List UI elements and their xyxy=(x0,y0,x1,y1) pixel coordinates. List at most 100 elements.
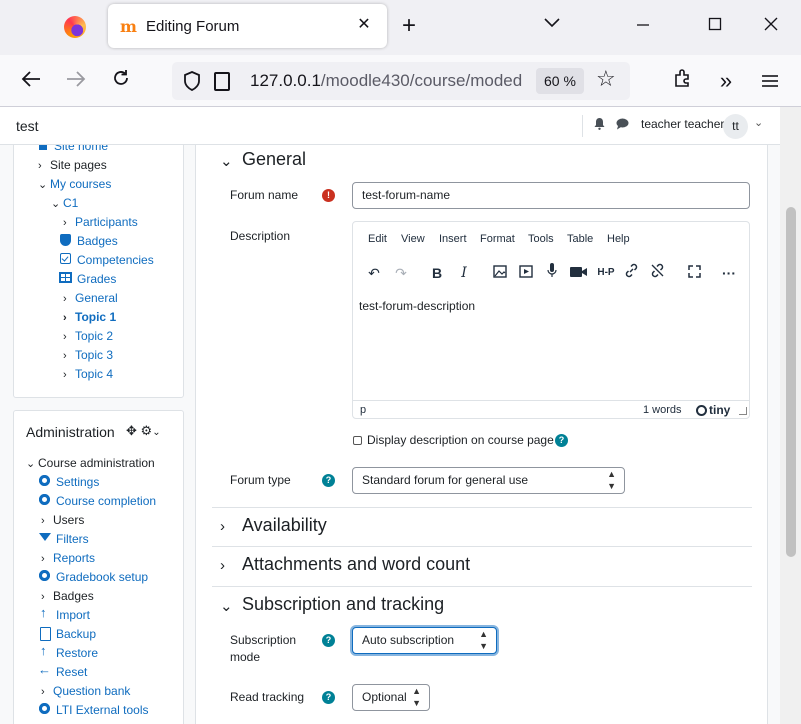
gear-icon[interactable]: ⚙ xyxy=(141,423,153,438)
admin-lti-external-tools[interactable]: LTI External tools xyxy=(38,702,148,718)
page-scrollbar[interactable] xyxy=(780,107,801,724)
help-icon[interactable]: ? xyxy=(322,691,335,704)
menu-help[interactable]: Help xyxy=(607,233,630,245)
overflow-chevrons-icon[interactable]: » xyxy=(710,65,742,97)
nav-site-home[interactable]: Site home xyxy=(36,145,108,154)
admin-course-completion[interactable]: Course completion xyxy=(38,493,156,509)
admin-gradebook-setup[interactable]: Gradebook setup xyxy=(38,569,148,585)
nav-course-c1[interactable]: ⌄ C1 xyxy=(51,195,78,211)
tiny-logo[interactable]: tiny xyxy=(696,403,730,417)
help-icon[interactable]: ? xyxy=(322,474,335,487)
nav-topic-2[interactable]: › Topic 2 xyxy=(63,328,113,344)
admin-reports[interactable]: › Reports xyxy=(41,550,95,566)
section-general-header[interactable]: ⌄ General xyxy=(212,142,752,182)
admin-backup[interactable]: Backup xyxy=(38,626,96,642)
bold-icon[interactable]: B xyxy=(427,263,447,283)
menu-edit[interactable]: Edit xyxy=(368,233,387,245)
admin-users[interactable]: › Users xyxy=(41,512,84,528)
messages-chat-icon[interactable] xyxy=(616,118,629,130)
h5p-icon[interactable]: H-P xyxy=(594,263,618,283)
close-tab-icon[interactable]: ✕ xyxy=(353,14,375,36)
nav-competencies[interactable]: Competencies xyxy=(59,252,154,268)
menu-view[interactable]: View xyxy=(401,233,425,245)
unlink-icon[interactable] xyxy=(647,263,667,283)
description-editor[interactable]: Edit View Insert Format Tools Table Help… xyxy=(352,221,750,419)
more-options-icon[interactable]: ··· xyxy=(719,263,739,283)
resize-handle-icon[interactable] xyxy=(739,407,747,415)
help-icon[interactable]: ? xyxy=(322,634,335,647)
nav-my-courses[interactable]: ⌄ My courses xyxy=(38,176,111,192)
move-icon[interactable]: ✥ xyxy=(126,423,137,438)
admin-restore[interactable]: Restore xyxy=(38,643,98,661)
reload-icon[interactable] xyxy=(105,65,137,97)
word-count[interactable]: 1 words xyxy=(643,404,682,416)
undo-icon[interactable]: ↶ xyxy=(364,263,384,283)
minimize-icon[interactable] xyxy=(628,10,658,40)
close-window-icon[interactable] xyxy=(756,10,786,40)
media-icon[interactable] xyxy=(516,263,536,283)
menu-tools[interactable]: Tools xyxy=(528,233,554,245)
video-camera-icon[interactable] xyxy=(568,263,588,283)
forward-icon[interactable] xyxy=(60,65,92,97)
admin-question-bank[interactable]: › Question bank xyxy=(41,683,130,699)
admin-import[interactable]: Import xyxy=(38,605,90,623)
nav-topic-1[interactable]: › Topic 1 xyxy=(63,309,116,325)
maximize-icon[interactable] xyxy=(700,10,730,40)
site-title[interactable]: test xyxy=(16,118,39,134)
forum-type-select[interactable]: Standard forum for general use ▲ ▼ xyxy=(352,467,625,494)
display-description-label[interactable]: Display description on course page xyxy=(367,432,554,449)
user-name[interactable]: teacher teacher xyxy=(641,117,724,131)
forum-name-label: Forum name xyxy=(230,188,299,202)
nav-topic-3[interactable]: › Topic 3 xyxy=(63,347,113,363)
admin-badges[interactable]: › Badges xyxy=(41,588,94,604)
forum-name-input[interactable]: test-forum-name xyxy=(352,182,750,209)
back-icon[interactable] xyxy=(15,65,47,97)
zoom-level-button[interactable]: 60 % xyxy=(536,68,584,94)
nav-grades[interactable]: Grades xyxy=(59,271,116,287)
element-path[interactable]: p xyxy=(360,404,366,416)
scrollbar-thumb[interactable] xyxy=(786,207,796,557)
nav-badges[interactable]: Badges xyxy=(59,233,118,249)
read-tracking-select[interactable]: Optional ▲ ▼ xyxy=(352,684,430,711)
tracking-shield-icon[interactable] xyxy=(182,70,202,92)
chevron-down-icon[interactable]: ⌄ xyxy=(754,116,763,129)
new-tab-icon[interactable]: + xyxy=(402,12,416,40)
microphone-icon[interactable] xyxy=(542,263,562,283)
bookmark-star-icon[interactable]: ☆ xyxy=(596,66,616,92)
subscription-mode-select[interactable]: Auto subscription ▲ ▼ xyxy=(352,627,497,654)
page-info-icon[interactable] xyxy=(214,72,230,91)
menu-insert[interactable]: Insert xyxy=(439,233,467,245)
admin-filters[interactable]: Filters xyxy=(38,531,89,547)
chevron-down-icon[interactable]: ⌄ xyxy=(152,427,160,438)
admin-reset[interactable]: Reset xyxy=(38,662,87,680)
italic-icon[interactable]: I xyxy=(454,263,474,283)
list-tabs-chevron-icon[interactable] xyxy=(544,12,560,33)
menu-table[interactable]: Table xyxy=(567,233,593,245)
section-subscription-header[interactable]: ⌄ Subscription and tracking xyxy=(212,587,752,627)
nav-site-pages[interactable]: › Site pages xyxy=(38,157,107,173)
hamburger-menu-icon[interactable] xyxy=(754,65,786,97)
section-attachments-header[interactable]: › Attachments and word count xyxy=(212,547,752,587)
user-menu: teacher teacher tt ⌄ xyxy=(582,114,763,139)
editor-content-area[interactable]: test-forum-description xyxy=(359,299,475,313)
display-description-checkbox[interactable] xyxy=(353,436,362,445)
nav-topic-4[interactable]: › Topic 4 xyxy=(63,366,113,382)
avatar[interactable]: tt xyxy=(723,114,748,139)
admin-settings[interactable]: Settings xyxy=(38,474,99,490)
admin-course-administration[interactable]: ⌄ Course administration xyxy=(26,455,155,471)
url-text[interactable]: 127.0.0.1/moodle430/course/moded xyxy=(250,71,528,91)
redo-icon[interactable]: ↷ xyxy=(391,263,411,283)
link-icon[interactable] xyxy=(621,263,641,283)
nav-general[interactable]: › General xyxy=(63,290,118,306)
menu-format[interactable]: Format xyxy=(480,233,515,245)
browser-tab[interactable]: m Editing Forum ✕ xyxy=(108,4,387,48)
nav-participants[interactable]: › Participants xyxy=(63,214,138,230)
image-icon[interactable] xyxy=(490,263,510,283)
fullscreen-icon[interactable] xyxy=(684,263,704,283)
extensions-icon[interactable] xyxy=(666,65,698,97)
notification-bell-icon[interactable] xyxy=(594,118,605,130)
chevron-right-icon: › xyxy=(63,331,67,343)
section-availability-header[interactable]: › Availability xyxy=(212,507,752,547)
url-bar[interactable]: 127.0.0.1/moodle430/course/moded 60 % ☆ xyxy=(172,62,630,100)
help-icon[interactable]: ? xyxy=(555,434,568,447)
